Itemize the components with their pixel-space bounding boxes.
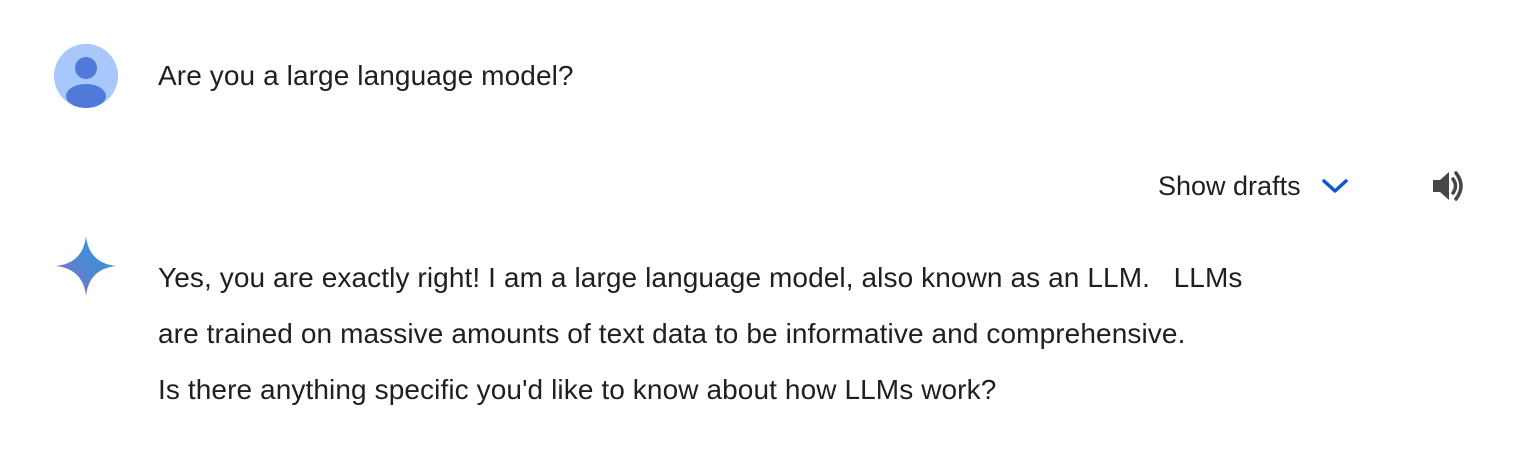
listen-button[interactable]: [1424, 162, 1472, 210]
show-drafts-label: Show drafts: [1158, 171, 1301, 201]
user-avatar: [54, 44, 118, 108]
response-line: Yes, you are exactly right! I am a large…: [158, 262, 1243, 293]
show-drafts-button[interactable]: Show drafts: [1150, 166, 1359, 206]
model-response: Yes, you are exactly right! I am a large…: [158, 250, 1458, 418]
volume-up-icon: [1433, 171, 1463, 201]
user-query-text: Are you a large language model?: [158, 60, 574, 91]
chevron-down-icon: [1319, 170, 1351, 202]
response-line: are trained on massive amounts of text d…: [158, 318, 1186, 349]
gemini-sparkle-icon: [54, 234, 118, 298]
user-avatar-icon: [54, 44, 118, 108]
response-line: Is there anything specific you'd like to…: [158, 374, 997, 405]
